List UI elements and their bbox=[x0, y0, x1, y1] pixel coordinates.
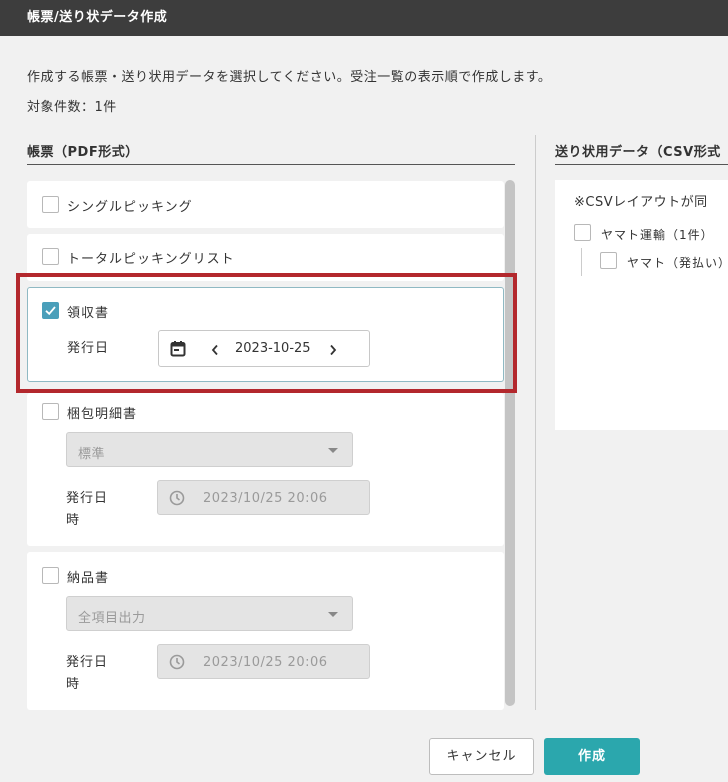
delivery-note-format-select[interactable]: 全項目出力 bbox=[66, 596, 353, 631]
tree-connector bbox=[581, 248, 582, 276]
packing-slip-card: 梱包明細書 標準 発行日 時 2023/10/25 20:06 bbox=[27, 393, 504, 546]
yamato-child-label: ヤマト（発払い） bbox=[627, 256, 728, 270]
clock-icon bbox=[169, 490, 185, 506]
clock-icon bbox=[169, 654, 185, 670]
delivery-note-issue-label: 発行日 bbox=[66, 655, 109, 670]
delivery-note-datetime-value: 2023/10/25 20:06 bbox=[203, 655, 328, 670]
delivery-note-issue-label-cont: 時 bbox=[66, 677, 81, 692]
yamato-child-checkbox[interactable] bbox=[600, 252, 617, 269]
single-picking-checkbox[interactable] bbox=[42, 196, 59, 213]
csv-panel: ※CSVレイアウトが同 ヤマト運輸（1件） ヤマト（発払い） bbox=[555, 180, 728, 430]
dropdown-arrow-icon bbox=[328, 612, 338, 617]
single-picking-label: シングルピッキング bbox=[67, 200, 193, 215]
packing-slip-format-value: 標準 bbox=[78, 447, 106, 462]
instruction-text: 作成する帳票・送り状用データを選択してください。受注一覧の表示順で作成します。 bbox=[27, 70, 552, 85]
yamato-parent-label: ヤマト運輸（1件） bbox=[601, 228, 714, 242]
delivery-note-datetime-field[interactable]: 2023/10/25 20:06 bbox=[157, 644, 370, 679]
delivery-note-label: 納品書 bbox=[67, 571, 110, 586]
total-picking-checkbox[interactable] bbox=[42, 248, 59, 265]
csv-layout-note: ※CSVレイアウトが同 bbox=[574, 195, 708, 210]
delivery-note-format-value: 全項目出力 bbox=[78, 611, 146, 626]
highlight-frame bbox=[16, 273, 517, 393]
packing-slip-label: 梱包明細書 bbox=[67, 407, 138, 422]
pdf-list-scrollbar[interactable] bbox=[505, 180, 515, 710]
dropdown-arrow-icon bbox=[328, 448, 338, 453]
packing-slip-checkbox[interactable] bbox=[42, 403, 59, 420]
packing-slip-issue-label: 発行日 bbox=[66, 491, 109, 506]
delivery-note-card: 納品書 全項目出力 発行日 時 2023/10/25 20:06 bbox=[27, 552, 504, 710]
packing-slip-datetime-field[interactable]: 2023/10/25 20:06 bbox=[157, 480, 370, 515]
packing-slip-datetime-value: 2023/10/25 20:06 bbox=[203, 491, 328, 506]
pdf-section-title: 帳票（PDF形式） bbox=[27, 141, 515, 165]
csv-section-title: 送り状用データ（CSV形式 bbox=[555, 141, 728, 165]
total-picking-label: トータルピッキングリスト bbox=[67, 252, 235, 267]
delivery-note-checkbox[interactable] bbox=[42, 567, 59, 584]
cancel-button[interactable]: キャンセル bbox=[429, 738, 534, 775]
single-picking-card: シングルピッキング bbox=[27, 181, 504, 228]
packing-slip-format-select[interactable]: 標準 bbox=[66, 432, 353, 467]
create-button[interactable]: 作成 bbox=[544, 738, 640, 775]
packing-slip-issue-label-cont: 時 bbox=[66, 513, 81, 528]
scrollbar-thumb[interactable] bbox=[505, 180, 515, 706]
yamato-parent-checkbox[interactable] bbox=[574, 224, 591, 241]
column-divider bbox=[535, 135, 536, 710]
target-count: 対象件数：1件 bbox=[27, 100, 117, 115]
dialog-title: 帳票/送り状データ作成 bbox=[0, 0, 728, 36]
